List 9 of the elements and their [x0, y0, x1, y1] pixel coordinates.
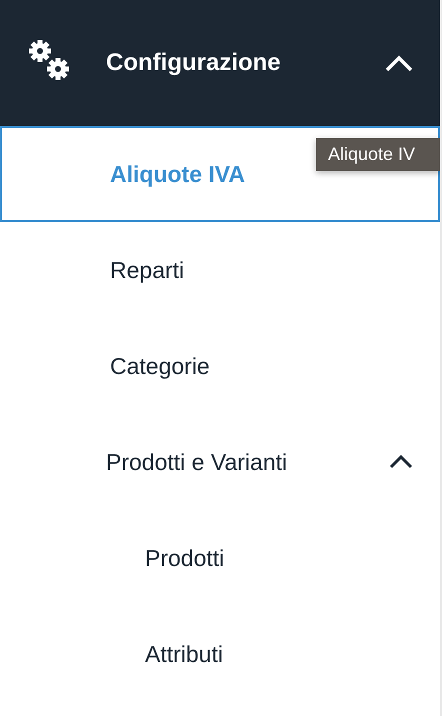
- menu-header[interactable]: Configurazione: [0, 0, 440, 126]
- chevron-up-icon: [388, 454, 414, 470]
- menu-item[interactable]: Reparti: [0, 222, 440, 318]
- submenu-item[interactable]: Prodotti: [0, 510, 440, 606]
- menu-item[interactable]: Prodotti e Varianti: [0, 414, 440, 510]
- section-title: Configurazione: [106, 49, 282, 77]
- submenu-item[interactable]: Attributi: [0, 606, 440, 702]
- menu-item[interactable]: Categorie: [0, 318, 440, 414]
- tooltip: Aliquote IV: [316, 138, 440, 171]
